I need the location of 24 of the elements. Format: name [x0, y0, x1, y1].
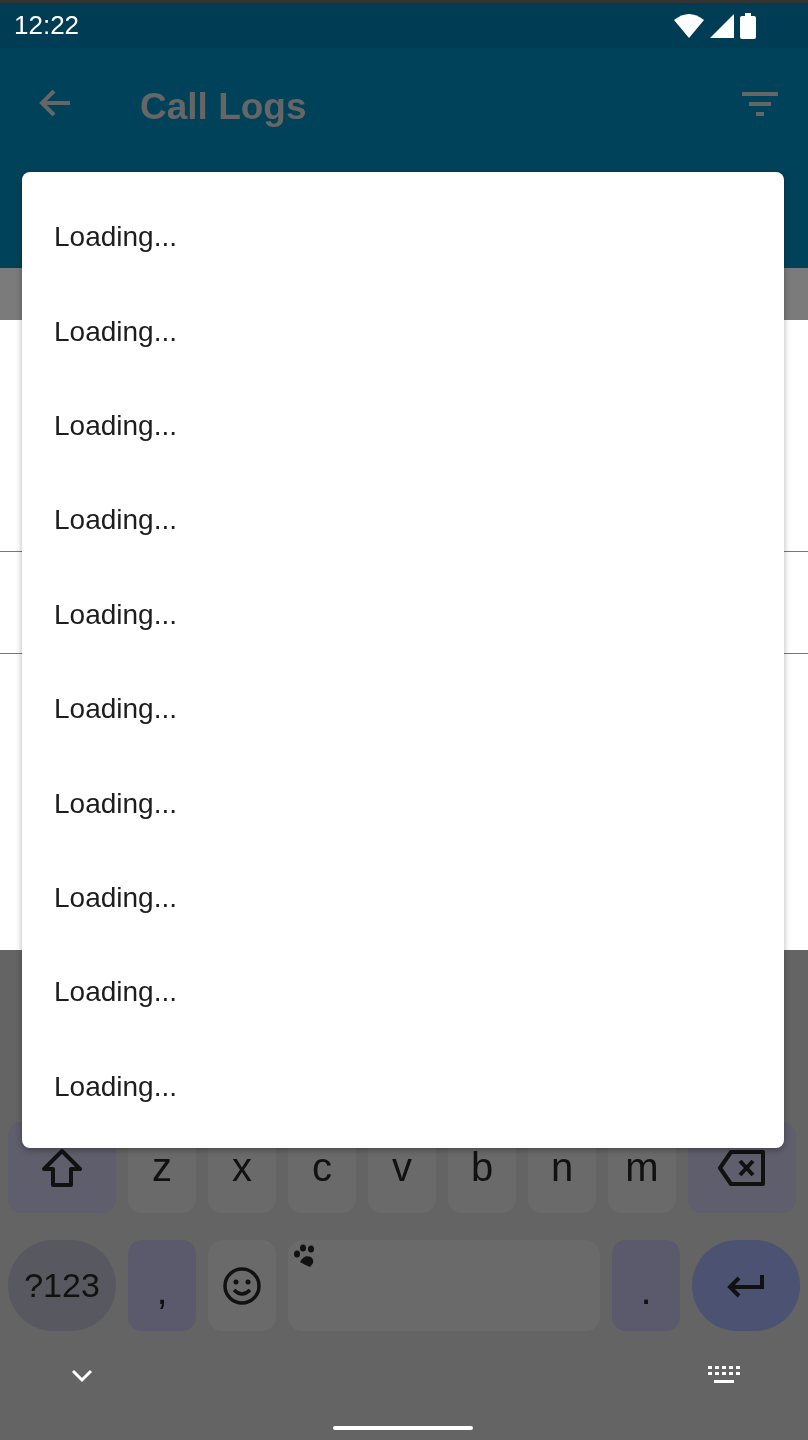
loading-item[interactable]: Loading...: [54, 881, 177, 914]
loading-item[interactable]: Loading...: [54, 315, 177, 348]
screen-title: Call Logs: [140, 86, 307, 128]
chevron-down-icon[interactable]: [71, 1369, 93, 1383]
loading-item[interactable]: Loading...: [54, 409, 177, 442]
emoji-key[interactable]: [208, 1240, 276, 1331]
enter-arrow-icon: [726, 1272, 766, 1299]
loading-item[interactable]: Loading...: [54, 598, 177, 631]
filter-icon[interactable]: [742, 92, 778, 118]
shift-icon: [40, 1147, 84, 1188]
battery-icon: [740, 12, 756, 39]
loading-item[interactable]: Loading...: [54, 221, 177, 254]
loading-item[interactable]: Loading...: [54, 976, 177, 1009]
smiley-icon: [222, 1265, 262, 1306]
wifi-icon: [674, 13, 704, 38]
loading-item[interactable]: Loading...: [54, 1070, 177, 1103]
loading-item[interactable]: Loading...: [54, 504, 177, 537]
back-arrow-icon[interactable]: [38, 88, 72, 118]
loading-item[interactable]: Loading...: [54, 693, 177, 726]
loading-item[interactable]: Loading...: [54, 787, 177, 820]
backspace-icon: [717, 1148, 767, 1187]
keyboard-icon[interactable]: [708, 1366, 740, 1386]
signal-icon: [710, 13, 734, 38]
status-time: 12:22: [14, 10, 80, 41]
